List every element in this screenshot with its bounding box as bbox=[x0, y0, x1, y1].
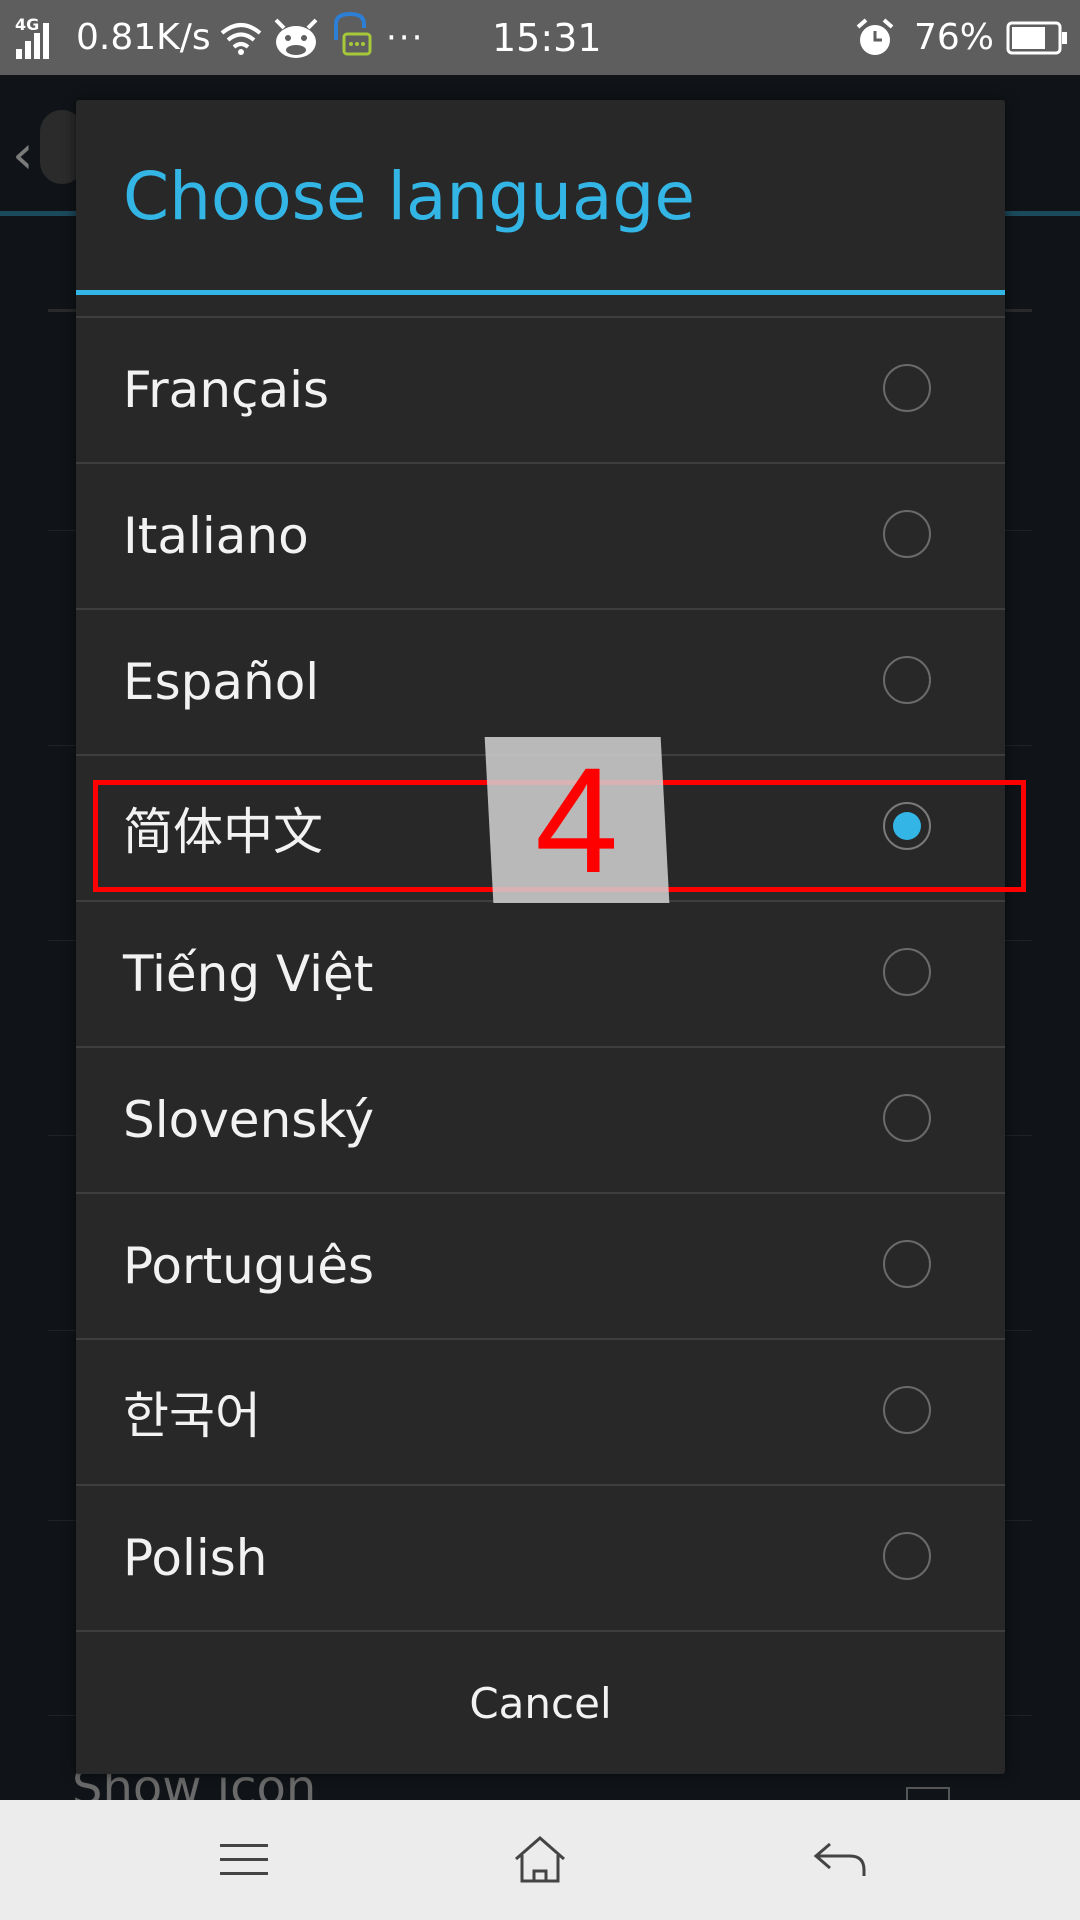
language-label: Polish bbox=[123, 1529, 268, 1587]
choose-language-dialog: Choose language Français Italiano Españo… bbox=[76, 100, 1005, 1774]
language-list[interactable]: Français Italiano Español 简体中文 Tiếng Việ… bbox=[76, 316, 1005, 1732]
battery-percent: 76% bbox=[914, 17, 995, 58]
radio-button[interactable] bbox=[883, 364, 931, 412]
alarm-icon bbox=[854, 0, 896, 75]
language-option-espanol[interactable]: Español bbox=[76, 610, 1005, 756]
language-label: 한국어 bbox=[123, 1387, 261, 1445]
step-badge: 4 bbox=[484, 736, 670, 904]
screen: 4G 0.81K/s ··· 15:31 76% ‹ Show icon Cho… bbox=[0, 0, 1080, 1920]
radio-button[interactable] bbox=[883, 656, 931, 704]
language-label: Italiano bbox=[123, 507, 309, 565]
chat-notification-icon bbox=[330, 0, 374, 75]
back-chevron-icon: ‹ bbox=[12, 123, 34, 186]
language-option-portuguese[interactable]: Português bbox=[76, 1194, 1005, 1340]
home-icon[interactable] bbox=[510, 1830, 570, 1890]
network-speed: 0.81K/s bbox=[76, 17, 211, 58]
language-label: Tiếng Việt bbox=[123, 945, 374, 1003]
cancel-button[interactable]: Cancel bbox=[76, 1632, 1005, 1774]
title-divider bbox=[76, 290, 1005, 295]
language-option-vietnamese[interactable]: Tiếng Việt bbox=[76, 902, 1005, 1048]
language-option-korean[interactable]: 한국어 bbox=[76, 1340, 1005, 1486]
status-bar: 4G 0.81K/s ··· 15:31 76% bbox=[0, 0, 1080, 75]
signal-icon bbox=[16, 0, 56, 75]
language-option-polish[interactable]: Polish bbox=[76, 1486, 1005, 1632]
navigation-bar bbox=[0, 1800, 1080, 1920]
language-label: Español bbox=[123, 653, 320, 711]
step-number: 4 bbox=[535, 736, 619, 904]
radio-button[interactable] bbox=[883, 510, 931, 558]
radio-button[interactable] bbox=[883, 948, 931, 996]
language-option-francais[interactable]: Français bbox=[76, 318, 1005, 464]
radio-button[interactable] bbox=[883, 1532, 931, 1580]
radio-button[interactable] bbox=[883, 1094, 931, 1142]
language-option-italiano[interactable]: Italiano bbox=[76, 464, 1005, 610]
language-label: Slovenský bbox=[123, 1091, 375, 1149]
dialog-title: Choose language bbox=[123, 158, 695, 235]
clock: 15:31 bbox=[492, 15, 602, 60]
menu-icon[interactable] bbox=[214, 1830, 274, 1890]
language-label: Français bbox=[123, 361, 330, 419]
cow-app-icon bbox=[270, 0, 322, 75]
more-notifications-icon: ··· bbox=[386, 17, 425, 58]
language-option-slovak[interactable]: Slovenský bbox=[76, 1048, 1005, 1194]
wifi-icon bbox=[220, 0, 262, 75]
battery-icon bbox=[1006, 0, 1068, 75]
radio-button[interactable] bbox=[883, 1386, 931, 1434]
language-label: Português bbox=[123, 1237, 375, 1295]
back-icon[interactable] bbox=[810, 1830, 870, 1890]
radio-button[interactable] bbox=[883, 1240, 931, 1288]
